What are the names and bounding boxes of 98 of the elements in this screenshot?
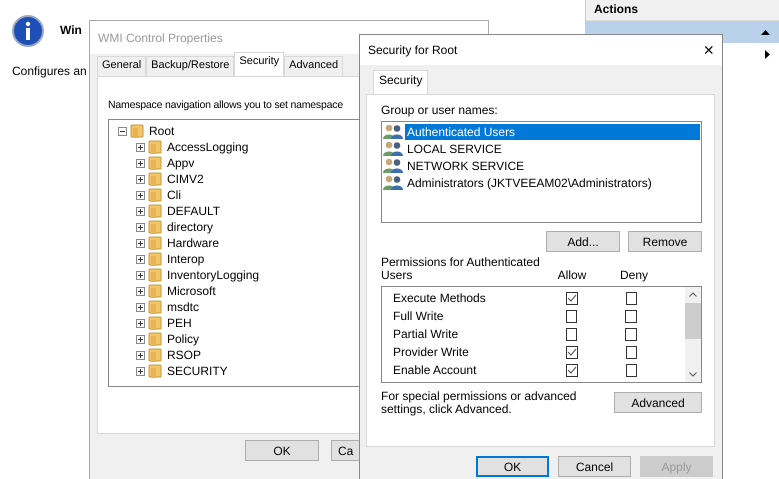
tree-item[interactable]: directory	[167, 220, 214, 234]
folder-icon	[148, 299, 162, 315]
permission-name: Partial Write	[393, 327, 460, 341]
tree-item[interactable]: Cli	[167, 188, 181, 202]
expander-icon[interactable]	[136, 158, 145, 168]
folder-icon	[148, 315, 162, 331]
user-item[interactable]: LOCAL SERVICE	[405, 140, 700, 156]
expander-icon[interactable]	[136, 286, 145, 296]
folder-icon	[148, 235, 162, 251]
close-icon[interactable]: ×	[703, 40, 714, 60]
expander-icon[interactable]	[136, 270, 145, 280]
permission-name: Execute Methods	[393, 291, 487, 305]
folder-icon	[130, 123, 144, 139]
folder-icon	[148, 219, 162, 235]
allow-checkbox[interactable]	[566, 310, 578, 322]
dialog-button[interactable]: OK	[245, 440, 319, 461]
user-item[interactable]: NETWORK SERVICE	[405, 158, 700, 174]
folder-icon	[148, 267, 162, 283]
users-icon	[383, 175, 404, 190]
expander-icon[interactable]	[136, 318, 145, 328]
page-description: Configures an	[12, 64, 87, 78]
tree-item[interactable]: Root	[149, 124, 174, 138]
users-icon	[383, 158, 404, 173]
expander-icon[interactable]	[136, 334, 145, 344]
collapse-arrow-icon[interactable]	[761, 30, 770, 34]
permission-name: Enable Account	[393, 363, 478, 377]
tab[interactable]: Security	[234, 52, 284, 76]
scroll-down-icon[interactable]	[689, 372, 697, 377]
submenu-arrow-icon[interactable]	[765, 50, 770, 58]
advanced-note: For special permissions or advanced settings, click Advanced.	[381, 390, 578, 416]
tab[interactable]: General	[97, 56, 146, 76]
tree-item[interactable]: Interop	[167, 252, 204, 266]
actions-header: Actions	[586, 0, 779, 21]
column-header: Allow	[556, 268, 588, 282]
folder-icon	[148, 171, 162, 187]
dialog-button[interactable]: OK	[476, 456, 549, 477]
deny-checkbox[interactable]	[625, 328, 637, 340]
tree-item[interactable]: Hardware	[167, 236, 220, 250]
folder-icon	[148, 363, 162, 379]
folder-icon	[148, 283, 162, 299]
users-icon	[383, 141, 404, 156]
folder-icon	[148, 251, 162, 267]
deny-checkbox[interactable]	[626, 364, 637, 376]
column-header: Deny	[618, 268, 649, 282]
expander-icon[interactable]	[136, 366, 145, 376]
tree-item[interactable]: SECURITY	[167, 364, 228, 378]
expander-icon[interactable]	[136, 350, 145, 360]
deny-checkbox[interactable]	[626, 292, 637, 304]
folder-icon	[148, 187, 162, 203]
expander-icon[interactable]	[136, 206, 145, 216]
tree-item[interactable]: Microsoft	[167, 284, 216, 298]
expander-icon[interactable]	[136, 174, 145, 184]
tab[interactable]: Security	[373, 70, 428, 94]
tree-item[interactable]: CIMV2	[167, 172, 204, 186]
tree-item[interactable]: msdtc	[167, 300, 200, 314]
tab[interactable]: Advanced	[284, 56, 344, 76]
tree-item[interactable]: Policy	[167, 332, 200, 346]
allow-checkbox[interactable]	[566, 346, 578, 358]
dialog-title: Security for Root	[368, 43, 458, 57]
folder-icon	[148, 139, 162, 155]
list-button[interactable]: Remove	[628, 231, 702, 252]
expander-icon[interactable]	[136, 238, 145, 248]
list-button[interactable]: Add...	[546, 231, 620, 252]
permission-name: Provider Write	[393, 345, 470, 359]
expander-icon[interactable]	[136, 254, 145, 264]
tree-item[interactable]: Appv	[167, 156, 194, 170]
scrollbar[interactable]	[685, 287, 701, 382]
tree-item[interactable]: AccessLogging	[167, 140, 248, 154]
expander-icon[interactable]	[118, 126, 127, 136]
tree-item[interactable]: RSOP	[167, 348, 202, 362]
folder-icon	[148, 203, 162, 219]
expander-icon[interactable]	[136, 302, 145, 312]
user-item[interactable]: Authenticated Users	[405, 124, 700, 140]
expander-icon[interactable]	[136, 222, 145, 232]
user-item[interactable]: Administrators (JKTVEEAM02\Administrators)	[405, 174, 700, 190]
expander-icon[interactable]	[136, 190, 145, 200]
tree-item[interactable]: PEH	[167, 316, 192, 330]
dialog-button[interactable]: Cancel	[558, 456, 631, 477]
allow-checkbox[interactable]	[566, 364, 578, 376]
deny-checkbox[interactable]	[625, 310, 637, 322]
folder-icon	[148, 331, 162, 347]
tree-item[interactable]: InventoryLogging	[167, 268, 260, 282]
info-icon	[12, 15, 44, 47]
users-icon	[383, 124, 404, 139]
expander-icon[interactable]	[136, 142, 145, 152]
advanced-button[interactable]: Advanced	[614, 392, 702, 413]
tree-item[interactable]: DEFAULT	[167, 204, 220, 218]
allow-checkbox[interactable]	[566, 328, 578, 340]
page-title: Win	[60, 23, 82, 37]
tab[interactable]: Backup/Restore	[146, 56, 234, 76]
folder-icon	[148, 347, 162, 363]
permission-name: Full Write	[393, 309, 444, 323]
deny-checkbox[interactable]	[626, 346, 637, 358]
folder-icon	[148, 155, 162, 171]
users-label: Group or user names:	[381, 103, 499, 117]
allow-checkbox[interactable]	[566, 292, 578, 304]
scroll-up-icon[interactable]	[689, 292, 697, 297]
permissions-label: Permissions for Authenticated Users	[381, 256, 541, 282]
